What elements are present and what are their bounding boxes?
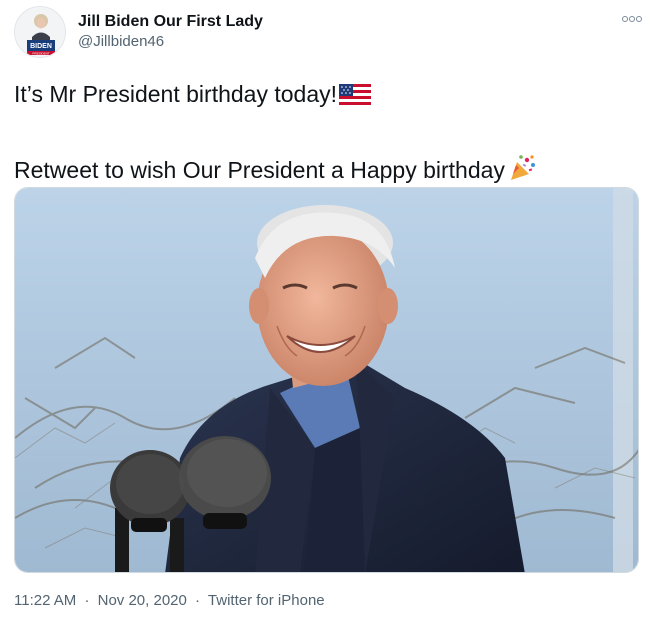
author-names: Jill Biden Our First Lady @Jillbiden46 xyxy=(78,12,263,52)
tweet-line-1: It’s Mr President birthday today! xyxy=(14,76,644,116)
tweet-source[interactable]: Twitter for iPhone xyxy=(208,592,325,609)
tweet-line-2-text: Retweet to wish Our President a Happy bi… xyxy=(14,157,505,183)
tweet-date[interactable]: Nov 20, 2020 xyxy=(98,592,187,609)
tweet-line-1-text: It’s Mr President birthday today! xyxy=(14,81,337,107)
avatar-badge-text: BIDEN xyxy=(30,43,52,50)
tweet-time[interactable]: 11:22 AM xyxy=(14,592,76,609)
tweet-card: BIDEN PRESIDENT Jill Biden Our First Lad… xyxy=(0,0,658,620)
tweet-text: It’s Mr President birthday today! Retwee… xyxy=(14,76,644,192)
tweet-line-2: Retweet to wish Our President a Happy bi… xyxy=(14,152,644,192)
meta-separator: · xyxy=(195,592,201,609)
author-display-name[interactable]: Jill Biden Our First Lady xyxy=(78,12,263,32)
tweet-photo[interactable] xyxy=(14,187,639,573)
avatar-badge-subtext: PRESIDENT xyxy=(32,51,49,55)
author-handle[interactable]: @Jillbiden46 xyxy=(78,32,263,52)
us-flag-icon xyxy=(339,80,371,116)
meta-separator: · xyxy=(84,592,90,609)
more-options-icon[interactable] xyxy=(620,10,644,28)
president-photo xyxy=(15,188,638,572)
avatar-image: BIDEN PRESIDENT xyxy=(15,7,65,57)
author-avatar[interactable]: BIDEN PRESIDENT xyxy=(14,6,66,58)
tweet-meta: 11:22 AM · Nov 20, 2020 · Twitter for iP… xyxy=(14,590,325,612)
tweet-header: BIDEN PRESIDENT Jill Biden Our First Lad… xyxy=(14,4,644,64)
